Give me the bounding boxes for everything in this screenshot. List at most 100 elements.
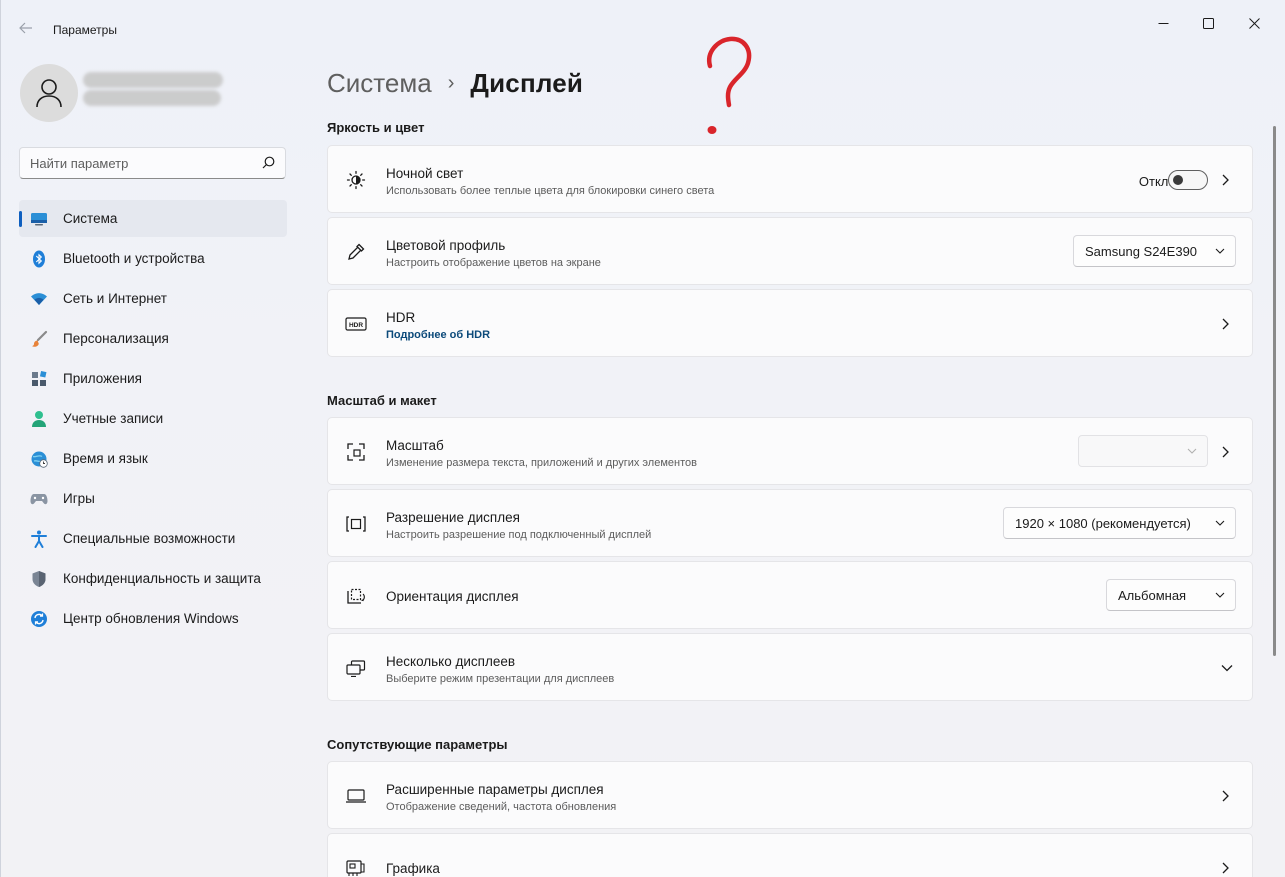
sidebar-item-label: Сеть и Интернет [63, 291, 167, 306]
chevron-right-icon[interactable] [1218, 789, 1232, 803]
svg-text:HDR: HDR [349, 322, 363, 329]
sidebar-item-personalization[interactable]: Персонализация [19, 320, 287, 357]
maximize-icon [1202, 17, 1214, 29]
search-input[interactable] [30, 154, 250, 172]
hdr-learn-more-link[interactable]: Подробнее об HDR [386, 329, 490, 341]
sidebar-item-privacy[interactable]: Конфиденциальность и защита [19, 560, 287, 597]
apps-icon [29, 369, 49, 389]
sidebar-item-label: Учетные записи [63, 411, 164, 426]
question-mark-annotation [706, 36, 752, 134]
color-profile-card: Цветовой профиль Настроить отображение ц… [327, 217, 1253, 285]
sidebar-item-label: Конфиденциальность и защита [63, 571, 261, 586]
color-profile-value: Samsung S24E390 [1085, 243, 1198, 259]
app-title: Параметры [53, 23, 117, 37]
night-light-state-label: Откл. [1138, 174, 1172, 189]
sidebar-item-windows-update[interactable]: Центр обновления Windows [19, 600, 287, 637]
toggle-knob [1173, 175, 1183, 185]
chevron-down-icon [1215, 248, 1225, 254]
night-light-card[interactable]: Ночной свет Использовать более теплые цв… [327, 145, 1253, 213]
scale-dropdown[interactable] [1078, 435, 1208, 467]
scale-icon [345, 441, 367, 463]
orientation-dropdown[interactable]: Альбомная [1106, 579, 1236, 611]
resolution-title: Разрешение дисплея [386, 510, 520, 525]
multiple-displays-card[interactable]: Несколько дисплеев Выберите режим презен… [327, 633, 1253, 701]
chevron-down-icon [1215, 592, 1225, 598]
orientation-icon [345, 585, 367, 607]
chevron-down-icon[interactable] [1218, 662, 1236, 674]
minimize-button[interactable] [1140, 12, 1186, 34]
sidebar-item-label: Персонализация [63, 331, 169, 346]
update-icon [29, 609, 49, 629]
brightness-icon [345, 169, 367, 191]
sidebar-item-label: Система [63, 211, 118, 226]
chevron-right-icon[interactable] [1218, 317, 1232, 331]
bluetooth-icon [29, 249, 49, 269]
close-button[interactable] [1231, 12, 1277, 34]
sidebar-nav: Система Bluetooth и устройства Сеть и Ин… [19, 200, 287, 640]
redacted-user-name [83, 72, 223, 88]
search-box[interactable] [19, 147, 286, 179]
resolution-value: 1920 × 1080 (рекомендуется) [1015, 515, 1191, 531]
chevron-right-icon[interactable] [1218, 861, 1232, 875]
sidebar-item-bluetooth[interactable]: Bluetooth и устройства [19, 240, 287, 277]
resolution-dropdown[interactable]: 1920 × 1080 (рекомендуется) [1003, 507, 1236, 539]
night-light-toggle[interactable] [1168, 170, 1208, 190]
scale-card[interactable]: Масштаб Изменение размера текста, прилож… [327, 417, 1253, 485]
color-profile-title: Цветовой профиль [386, 238, 506, 253]
sidebar-item-label: Центр обновления Windows [63, 611, 239, 626]
maximize-button[interactable] [1185, 12, 1231, 34]
breadcrumb: Система › Дисплей [327, 64, 583, 102]
advanced-display-card[interactable]: Расширенные параметры дисплея Отображени… [327, 761, 1253, 829]
sidebar-item-network[interactable]: Сеть и Интернет [19, 280, 287, 317]
breadcrumb-parent[interactable]: Система [327, 68, 432, 99]
hdr-card[interactable]: HDR HDR Подробнее об HDR [327, 289, 1253, 357]
chevron-down-icon [1215, 520, 1225, 526]
redacted-user-email [83, 90, 221, 106]
search-icon[interactable] [262, 156, 275, 174]
chevron-right-icon[interactable] [1218, 445, 1232, 459]
multiple-displays-subtitle: Выберите режим презентации для дисплеев [386, 673, 615, 685]
sidebar-item-label: Специальные возможности [63, 531, 236, 546]
sidebar-item-system[interactable]: Система [19, 200, 287, 237]
minimize-icon [1158, 22, 1168, 24]
back-button[interactable] [15, 20, 37, 40]
monitor-icon [345, 785, 367, 807]
globe-clock-icon [29, 449, 49, 469]
brush-icon [29, 329, 49, 349]
color-profile-subtitle: Настроить отображение цветов на экране [386, 257, 601, 269]
multiple-displays-title: Несколько дисплеев [386, 654, 516, 669]
graphics-card[interactable]: Графика [327, 833, 1253, 877]
orientation-value: Альбомная [1118, 587, 1187, 603]
chevron-right-icon[interactable] [1218, 173, 1232, 187]
page-title: Дисплей [470, 67, 584, 98]
close-icon [1248, 17, 1260, 29]
section-heading-related: Сопутствующие параметры [327, 737, 508, 752]
graphics-icon [345, 857, 367, 877]
hdr-title: HDR [386, 310, 416, 325]
sidebar-item-accounts[interactable]: Учетные записи [19, 400, 287, 437]
account-icon [29, 409, 49, 429]
accessibility-icon [29, 529, 49, 549]
wifi-icon [29, 289, 49, 309]
sidebar-item-label: Приложения [63, 371, 142, 386]
avatar[interactable] [20, 64, 78, 122]
night-light-title: Ночной свет [386, 166, 464, 181]
title-bar: Параметры [1, 0, 1285, 60]
hdr-icon: HDR [345, 313, 367, 335]
gamepad-icon [29, 489, 49, 509]
advanced-display-subtitle: Отображение сведений, частота обновления [386, 801, 617, 813]
section-heading-brightness: Яркость и цвет [327, 120, 425, 135]
graphics-title: Графика [386, 861, 440, 876]
sidebar-item-apps[interactable]: Приложения [19, 360, 287, 397]
resolution-subtitle: Настроить разрешение под подключенный ди… [386, 529, 652, 541]
shield-icon [29, 569, 49, 589]
sidebar-item-accessibility[interactable]: Специальные возможности [19, 520, 287, 557]
sidebar-item-gaming[interactable]: Игры [19, 480, 287, 517]
scale-title: Масштаб [386, 438, 444, 453]
settings-window: Параметры Система [0, 0, 1285, 877]
eyedropper-icon [345, 241, 367, 263]
back-arrow-icon [19, 22, 32, 34]
scrollbar[interactable] [1273, 126, 1276, 656]
sidebar-item-time-language[interactable]: Время и язык [19, 440, 287, 477]
color-profile-dropdown[interactable]: Samsung S24E390 [1073, 235, 1236, 267]
